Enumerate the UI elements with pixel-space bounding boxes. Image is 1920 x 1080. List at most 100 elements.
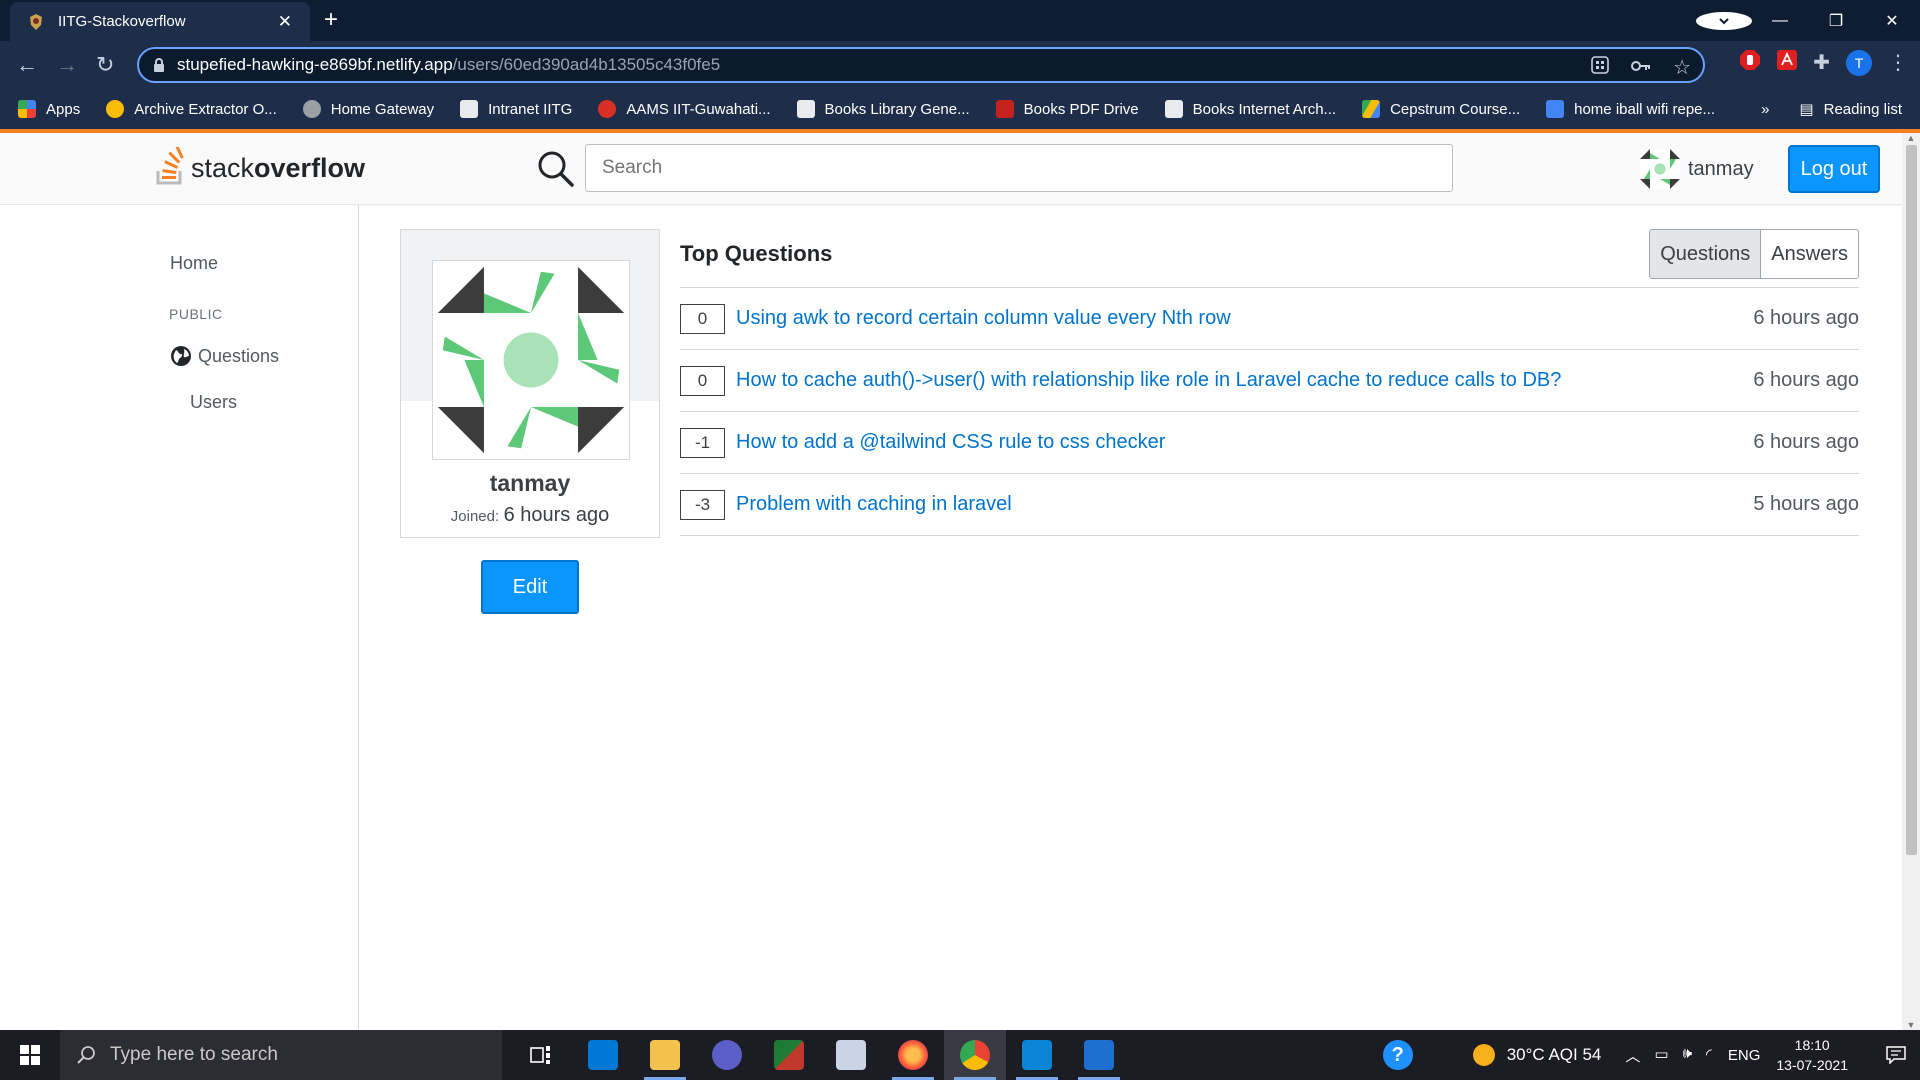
logout-button[interactable]: Log out xyxy=(1788,145,1880,193)
notification-center-icon[interactable] xyxy=(1872,1046,1920,1064)
vscode-icon[interactable] xyxy=(1006,1030,1068,1080)
scrollbar-thumb[interactable] xyxy=(1906,145,1917,855)
new-tab-button[interactable]: + xyxy=(324,6,338,34)
clock-date: 13-07-2021 xyxy=(1776,1057,1848,1073)
bookmark-star-icon[interactable]: ☆ xyxy=(1673,55,1691,80)
page-scrollbar[interactable]: ▲ ▼ xyxy=(1902,133,1920,1030)
sidebar-item-questions[interactable]: Questions xyxy=(170,345,279,367)
question-time: 6 hours ago xyxy=(1753,369,1859,391)
sidebar-item-home[interactable]: Home xyxy=(170,253,218,274)
adblock-extension-icon[interactable] xyxy=(1739,49,1761,76)
bookmark-home-gateway[interactable]: Home Gateway xyxy=(302,100,434,118)
chrome-icon[interactable] xyxy=(944,1030,1006,1080)
close-window-icon[interactable]: ✕ xyxy=(1864,11,1920,31)
search-input[interactable] xyxy=(585,144,1453,192)
qr-code-icon[interactable] xyxy=(1591,56,1609,79)
user-profile-link[interactable]: tanmay xyxy=(1640,149,1754,189)
tab-close-icon[interactable]: ✕ xyxy=(278,12,292,32)
archive-org-icon xyxy=(1164,100,1183,118)
photos-icon[interactable] xyxy=(1068,1030,1130,1080)
chevron-up-icon[interactable]: ︿ xyxy=(1625,1045,1640,1066)
question-link[interactable]: Using awk to record certain column value… xyxy=(736,307,1231,330)
windows-logo-icon xyxy=(20,1045,40,1065)
globe-icon xyxy=(302,100,321,118)
taskbar-search-placeholder: Type here to search xyxy=(110,1044,278,1065)
language-indicator[interactable]: ENG xyxy=(1728,1047,1761,1064)
joined-label: Joined: xyxy=(450,508,500,525)
task-view-icon[interactable] xyxy=(510,1030,572,1080)
sidebar-item-users[interactable]: Users xyxy=(190,392,237,413)
address-bar[interactable]: stupefied-hawking-e869bf.netlify.app /us… xyxy=(137,47,1705,83)
left-sidebar: Home PUBLIC Questions Users xyxy=(0,205,359,1030)
scroll-up-arrow-icon[interactable]: ▲ xyxy=(1906,133,1916,143)
window-controls: — ❐ ✕ xyxy=(1696,0,1920,41)
bookmark-aams[interactable]: AAMS IIT-Guwahati... xyxy=(598,100,771,118)
key-icon[interactable] xyxy=(1631,59,1651,77)
section-title: Top Questions xyxy=(680,241,833,266)
question-list: 0 Using awk to record certain column val… xyxy=(680,287,1859,536)
browser-toolbar: ← → ↻ stupefied-hawking-e869bf.netlify.a… xyxy=(0,41,1920,89)
bookmark-books-library[interactable]: Books Library Gene... xyxy=(796,100,970,118)
stackoverflow-logo-icon xyxy=(156,147,184,185)
iitg-favicon-icon xyxy=(28,13,44,31)
google-drive-icon xyxy=(1362,100,1381,118)
bookmark-books-pdf-drive[interactable]: Books PDF Drive xyxy=(995,100,1139,118)
minimize-icon[interactable]: — xyxy=(1752,12,1808,30)
tab-questions[interactable]: Questions xyxy=(1650,230,1762,278)
bookmark-iball-wifi[interactable]: home iball wifi repe... xyxy=(1546,100,1715,118)
firefox-icon[interactable] xyxy=(882,1030,944,1080)
header-username: tanmay xyxy=(1688,157,1754,180)
start-button[interactable] xyxy=(0,1030,60,1080)
taskbar-clock[interactable]: 18:10 13-07-2021 xyxy=(1776,1035,1848,1075)
edit-profile-button[interactable]: Edit xyxy=(481,560,579,614)
battery-icon[interactable]: ▭ xyxy=(1654,1045,1668,1066)
stackoverflow-logo[interactable]: stackoverflow xyxy=(155,147,365,185)
question-link[interactable]: How to cache auth()->user() with relatio… xyxy=(736,369,1561,392)
bookmark-archive-extractor[interactable]: Archive Extractor O... xyxy=(106,100,277,118)
tab-answers[interactable]: Answers xyxy=(1761,230,1858,278)
acrobat-extension-icon[interactable] xyxy=(1777,50,1798,75)
bookmarks-overflow-button[interactable]: » xyxy=(1761,101,1769,118)
file-explorer-icon[interactable] xyxy=(634,1030,696,1080)
question-time: 6 hours ago xyxy=(1753,307,1859,329)
reading-list-button[interactable]: ▤ Reading list xyxy=(1799,100,1902,119)
weather-widget[interactable]: 30°C AQI 54 xyxy=(1472,1044,1601,1066)
bookmark-cepstrum[interactable]: Cepstrum Course... xyxy=(1362,100,1520,118)
question-link[interactable]: How to add a @tailwind CSS rule to css c… xyxy=(736,431,1165,454)
microsoft-store-icon[interactable] xyxy=(572,1030,634,1080)
logo-wordmark: stackoverflow xyxy=(191,153,366,183)
question-time: 5 hours ago xyxy=(1753,493,1859,515)
profile-card: tanmay Joined: 6 hours ago xyxy=(400,229,660,538)
matlab-icon[interactable] xyxy=(758,1030,820,1080)
wifi-icon xyxy=(1546,100,1565,118)
notes-app-icon[interactable] xyxy=(820,1030,882,1080)
bookmark-intranet-iitg[interactable]: Intranet IITG xyxy=(460,100,572,118)
extensions-puzzle-icon[interactable]: ✚ xyxy=(1813,50,1830,75)
scroll-down-arrow-icon[interactable]: ▼ xyxy=(1906,1020,1916,1030)
question-score: 0 xyxy=(680,365,725,396)
restore-icon[interactable]: ❐ xyxy=(1808,11,1864,31)
profile-avatar[interactable]: T xyxy=(1846,49,1872,76)
bookmark-books-internet-archive[interactable]: Books Internet Arch... xyxy=(1164,100,1336,118)
menu-kebab-icon[interactable]: ⋮ xyxy=(1888,50,1908,75)
browser-tab[interactable]: IITG-Stackoverflow ✕ xyxy=(10,2,310,41)
wifi-icon[interactable]: ◜ xyxy=(1706,1045,1712,1066)
question-score: -3 xyxy=(680,489,725,520)
tab-search-icon[interactable] xyxy=(1696,11,1752,30)
aams-icon xyxy=(598,100,617,118)
profile-username: tanmay xyxy=(489,470,571,496)
volume-icon[interactable]: 🕪 xyxy=(1683,1045,1692,1066)
back-arrow-icon[interactable]: ← xyxy=(16,51,38,79)
bookmark-apps[interactable]: Apps xyxy=(18,100,80,118)
tray-icons: ︿ ▭ 🕪 ◜ xyxy=(1625,1045,1711,1066)
lock-icon[interactable] xyxy=(153,57,165,73)
taskbar-search-box[interactable]: Type here to search xyxy=(60,1030,502,1080)
reload-icon[interactable]: ↻ xyxy=(96,51,114,79)
question-row: 0 Using awk to record certain column val… xyxy=(680,288,1859,350)
help-icon[interactable]: ? xyxy=(1382,1040,1413,1070)
reading-list-icon: ▤ xyxy=(1799,101,1814,118)
iitg-icon xyxy=(460,100,479,118)
question-link[interactable]: Problem with caching in laravel xyxy=(736,493,1012,516)
teams-icon[interactable] xyxy=(696,1030,758,1080)
forward-arrow-icon[interactable]: → xyxy=(56,51,78,79)
